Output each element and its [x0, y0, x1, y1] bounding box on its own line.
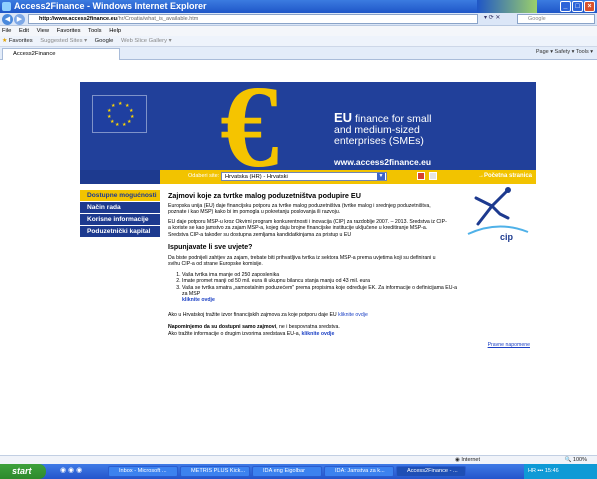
menu-file[interactable]: File	[2, 28, 11, 34]
sidebar-item-korisne[interactable]: Korisne informacije	[80, 214, 160, 225]
chevron-down-icon: ▼	[377, 173, 385, 180]
favorites-button[interactable]: Favorites	[9, 38, 33, 44]
window-title: Access2Finance - Windows Internet Explor…	[14, 1, 207, 11]
menu-bar: File Edit View Favorites Tools Help	[0, 26, 597, 36]
url-input[interactable]: http://www.access2finance.eu/hr/Croatia/…	[28, 14, 478, 24]
sidebar-item-kapital[interactable]: Poduzetnički kapital	[80, 226, 160, 237]
taskbar-button-metris[interactable]: METRIS PLUS Kick...	[180, 466, 250, 477]
menu-edit[interactable]: Edit	[19, 28, 29, 34]
zone-label: Internet	[461, 457, 480, 463]
address-bar: ◀ ▶ http://www.access2finance.eu/hr/Croa…	[0, 13, 597, 26]
eu-flag-icon: ★ ★ ★ ★ ★ ★ ★ ★ ★ ★ ★ ★	[92, 95, 147, 133]
intro-text: Europska unija (EU) daje financijsku pot…	[168, 203, 431, 216]
croatia-source-text: Ako u Hrvatskoj tražite izvor financijsk…	[168, 312, 448, 318]
window-controls: _ □ ×	[560, 1, 595, 12]
main-content: cip Zajmovi koje za tvrtke malog poduzet…	[168, 184, 536, 352]
language-select[interactable]: Hrvatska (HR) - Hrvatski ▼	[221, 172, 387, 181]
taskbar: start ◉ ◉ ◉ Inbox - Microsoft ... METRIS…	[0, 464, 597, 479]
home-link[interactable]: →Početna stranica	[478, 173, 532, 179]
list-item: Vaša se tvrtka smatra „samostalnim poduz…	[182, 285, 462, 304]
banner-url: www.access2finance.eu	[334, 157, 432, 167]
taskbar-button-ida-jamstva[interactable]: IDA: Jamstva za k...	[324, 466, 394, 477]
refresh-stop-icons[interactable]: ▾ ⟳ ✕	[484, 14, 500, 21]
email-icon[interactable]	[429, 172, 437, 180]
eligibility-heading: Ispunjavate li sve uvjete?	[168, 244, 253, 252]
list-item-text: Imate promet manji od 50 mil. eura ili u…	[182, 278, 371, 285]
eligibility-text: Da biste podnijeli zahtjev za zajam, tre…	[168, 255, 436, 268]
sidebar: Dostupne mogućnosti Način rada Korisne i…	[80, 184, 160, 352]
window-titlebar: Access2Finance - Windows Internet Explor…	[0, 0, 597, 13]
print-icon[interactable]	[417, 172, 425, 180]
sidebar-item-nacin-rada[interactable]: Način rada	[80, 202, 160, 213]
definitions-link[interactable]: kliknite ovdje	[182, 297, 215, 303]
favorites-bar: ★ Favorites Suggested Sites ▾ Google Web…	[0, 36, 597, 47]
forward-icon[interactable]: ▶	[14, 14, 25, 25]
status-bar: ◉ Internet 🔍 100%	[0, 455, 597, 464]
minimize-icon[interactable]: _	[560, 1, 571, 12]
tab-label: Access2Finance	[13, 51, 56, 57]
url-path: /hr/Croatia/what_is_available.htm	[117, 16, 199, 22]
banner-title: EU finance for small and medium-sized en…	[334, 110, 524, 147]
search-input[interactable]: Google	[517, 14, 595, 24]
start-button[interactable]: start	[0, 464, 46, 479]
language-selected: Hrvatska (HR) - Hrvatski	[225, 174, 288, 180]
tab-bar: Access2Finance Page ▾ Safety ▾ Tools ▾	[0, 47, 597, 60]
taskbar-button-inbox[interactable]: Inbox - Microsoft ...	[108, 466, 178, 477]
menu-tools[interactable]: Tools	[88, 28, 102, 34]
tab-access2finance[interactable]: Access2Finance	[2, 48, 120, 60]
language-bar: Odaberi site: Hrvatska (HR) - Hrvatski ▼…	[80, 170, 536, 184]
note-bold: Napominjemo da su dostupni samo zajmovi	[168, 324, 277, 331]
language-label: Odaberi site:	[188, 173, 220, 179]
titlebar-decoration	[477, 0, 537, 13]
back-icon[interactable]: ◀	[2, 14, 13, 25]
suggested-sites-link[interactable]: Suggested Sites ▾	[40, 38, 87, 44]
site-container: ★ ★ ★ ★ ★ ★ ★ ★ ★ ★ ★ ★ € EU finance for…	[80, 82, 536, 352]
banner-eu: EU	[334, 110, 353, 125]
web-slice-gallery-link[interactable]: Web Slice Gallery ▾	[121, 38, 171, 44]
cip-text: EU daje potporu MSP-u kroz Okvirni progr…	[168, 218, 447, 238]
note-text: Napominjemo da su dostupni samo zajmovi,…	[168, 324, 448, 337]
list-item-text: Vaša se tvrtka smatra „samostalnim poduz…	[182, 284, 458, 298]
criteria-list: Vaša tvrtka ima manje od 250 zaposlenika…	[182, 272, 462, 304]
zoom-label: 100%	[572, 457, 587, 463]
legal-notice-link[interactable]: Pravne napomene	[488, 342, 530, 348]
command-bar[interactable]: Page ▾ Safety ▾ Tools ▾	[536, 49, 593, 55]
taskbar-button-access2finance[interactable]: Access2Finance - ...	[396, 466, 466, 477]
system-tray: HR ▪▪▪ 15:46	[524, 464, 597, 479]
menu-view[interactable]: View	[37, 28, 49, 34]
note2-text: Ako tražite informacije o drugim izvorim…	[168, 330, 301, 337]
url-host: http://www.access2finance.eu	[39, 16, 118, 22]
taskbar-button-ida-eng[interactable]: IDA eng Eigolbar	[252, 466, 322, 477]
euro-logo-icon: €	[220, 82, 279, 170]
cip-logo-text: cip	[500, 232, 514, 242]
search-placeholder: Google	[528, 16, 546, 22]
sidebar-item-dostupne[interactable]: Dostupne mogućnosti	[80, 190, 160, 201]
zoom-level[interactable]: 🔍 100%	[565, 456, 587, 464]
menu-favorites[interactable]: Favorites	[57, 28, 81, 34]
ie-icon	[2, 2, 11, 11]
banner-line3: enterprises (SMEs)	[334, 135, 424, 147]
site-banner: ★ ★ ★ ★ ★ ★ ★ ★ ★ ★ ★ ★ € EU finance for…	[80, 82, 536, 170]
menu-help[interactable]: Help	[109, 28, 121, 34]
tray-language[interactable]: HR	[528, 468, 536, 474]
croatia-source-link[interactable]: kliknite ovdje	[338, 312, 368, 318]
internet-zone: ◉ Internet	[455, 457, 480, 463]
maximize-icon[interactable]: □	[572, 1, 583, 12]
tray-clock: 15:46	[544, 468, 559, 474]
quick-launch-icons[interactable]: ◉ ◉ ◉	[60, 466, 82, 474]
other-sources-link[interactable]: kliknite ovdje	[302, 331, 335, 337]
close-icon[interactable]: ×	[584, 1, 595, 12]
note-rest: , ne i bespovratna sredstva.	[276, 324, 340, 331]
croatia-source-label: Ako u Hrvatskoj tražite izvor financijsk…	[168, 311, 337, 318]
start-label: start	[12, 466, 32, 476]
star-icon: ★	[2, 38, 8, 44]
google-link[interactable]: Google	[95, 38, 114, 44]
runner-logo-icon: cip	[467, 187, 529, 242]
